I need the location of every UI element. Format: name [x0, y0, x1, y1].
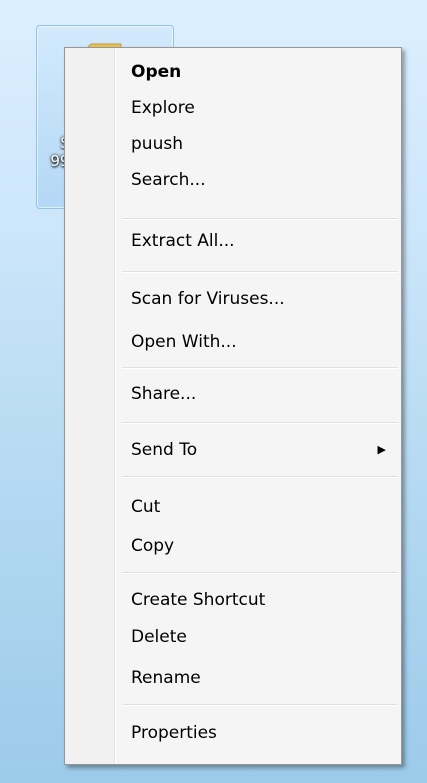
menu-item-send-to-label: Send To: [131, 440, 198, 460]
menu-item-share-label: Share...: [131, 384, 197, 404]
menu-separator: [122, 218, 398, 220]
menu-item-create-shortcut-label: Create Shortcut: [131, 590, 266, 610]
menu-item-scan-for-viruses-label: Scan for Viruses...: [131, 289, 285, 309]
menu-item-extract-all-label: Extract All...: [131, 231, 235, 251]
menu-item-properties-label: Properties: [131, 723, 217, 743]
menu-item-delete[interactable]: Delete: [68, 619, 398, 655]
menu-item-create-shortcut[interactable]: Create Shortcut: [68, 582, 398, 618]
menu-item-search[interactable]: Search...: [68, 162, 398, 198]
context-menu: Open Explore puush Search... Extract All…: [64, 47, 402, 765]
menu-item-cut[interactable]: Cut: [68, 489, 398, 525]
menu-item-copy-label: Copy: [131, 536, 175, 556]
menu-item-extract-all[interactable]: Extract All...: [68, 223, 398, 259]
menu-item-rename-label: Rename: [131, 668, 201, 688]
menu-item-send-to[interactable]: Send To ▶: [68, 432, 398, 468]
menu-separator: [122, 476, 398, 478]
menu-item-explore[interactable]: Explore: [68, 90, 398, 126]
menu-separator: [122, 271, 398, 273]
menu-item-open-with[interactable]: Open With...: [68, 324, 398, 360]
menu-item-delete-label: Delete: [131, 627, 187, 647]
menu-item-open-with-label: Open With...: [131, 332, 237, 352]
menu-item-properties[interactable]: Properties: [68, 715, 398, 751]
menu-item-open-label: Open: [131, 62, 182, 82]
menu-separator: [122, 704, 398, 706]
menu-separator: [122, 422, 398, 424]
menu-separator: [122, 367, 398, 369]
menu-item-cut-label: Cut: [131, 497, 161, 517]
menu-separator: [122, 572, 398, 574]
menu-item-puush-label: puush: [131, 134, 183, 154]
menu-item-puush[interactable]: puush: [68, 126, 398, 162]
menu-item-explore-label: Explore: [131, 98, 195, 118]
menu-item-copy[interactable]: Copy: [68, 528, 398, 564]
menu-item-open[interactable]: Open: [68, 54, 398, 90]
menu-item-rename[interactable]: Rename: [68, 660, 398, 696]
menu-item-share[interactable]: Share...: [68, 376, 398, 412]
menu-item-scan-for-viruses[interactable]: Scan for Viruses...: [68, 281, 398, 317]
chevron-right-icon: ▶: [377, 443, 386, 456]
menu-item-search-label: Search...: [131, 170, 206, 190]
